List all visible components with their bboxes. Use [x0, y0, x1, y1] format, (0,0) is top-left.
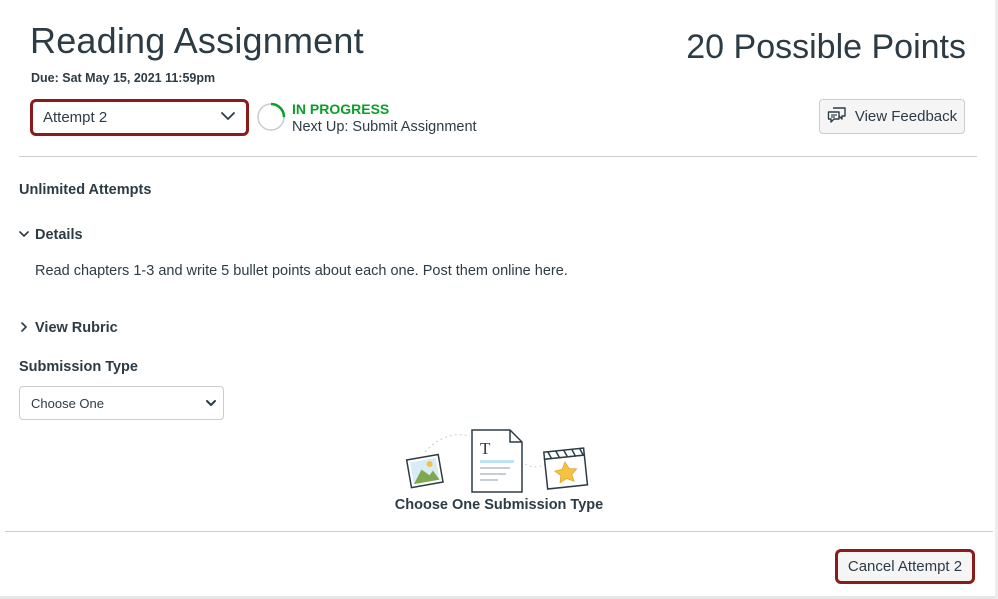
feedback-icon: [827, 106, 847, 128]
submission-type-select[interactable]: Choose One: [19, 386, 224, 420]
attempt-select[interactable]: Attempt 2: [30, 99, 249, 136]
text-document-icon: T: [471, 429, 523, 493]
svg-text:T: T: [480, 439, 491, 458]
view-rubric-toggle[interactable]: View Rubric: [19, 320, 118, 336]
footer-divider: [5, 531, 993, 532]
next-up-text: Next Up: Submit Assignment: [292, 119, 477, 135]
page-title: Reading Assignment: [30, 20, 364, 61]
submission-type-label: Submission Type: [19, 359, 138, 375]
image-icon: [405, 453, 444, 489]
cancel-attempt-label: Cancel Attempt 2: [847, 558, 963, 575]
submission-type-value: Choose One: [31, 395, 104, 411]
submission-type-caption: Choose One Submission Type: [394, 497, 604, 513]
media-icon: [542, 447, 589, 490]
view-rubric-label: View Rubric: [35, 320, 118, 336]
chevron-down-icon: [205, 397, 217, 412]
attempt-select-value: Attempt 2: [43, 109, 108, 126]
chevron-down-icon: [220, 108, 236, 128]
submission-type-illustration: T: [405, 429, 589, 493]
header-divider: [19, 156, 977, 157]
details-toggle[interactable]: Details: [19, 227, 83, 243]
details-text: Read chapters 1-3 and write 5 bullet poi…: [35, 263, 568, 279]
attempts-info: Unlimited Attempts: [19, 182, 152, 198]
view-feedback-label: View Feedback: [854, 108, 958, 125]
cancel-attempt-button[interactable]: Cancel Attempt 2: [835, 549, 975, 584]
details-heading: Details: [35, 227, 83, 243]
status-badge: IN PROGRESS: [292, 101, 390, 117]
possible-points: 20 Possible Points: [686, 28, 966, 66]
view-feedback-button[interactable]: View Feedback: [819, 99, 965, 134]
due-date: Due: Sat May 15, 2021 11:59pm: [31, 71, 216, 85]
chevron-down-icon: [19, 227, 29, 243]
chevron-right-icon: [19, 320, 29, 336]
progress-ring-icon: [256, 102, 286, 132]
